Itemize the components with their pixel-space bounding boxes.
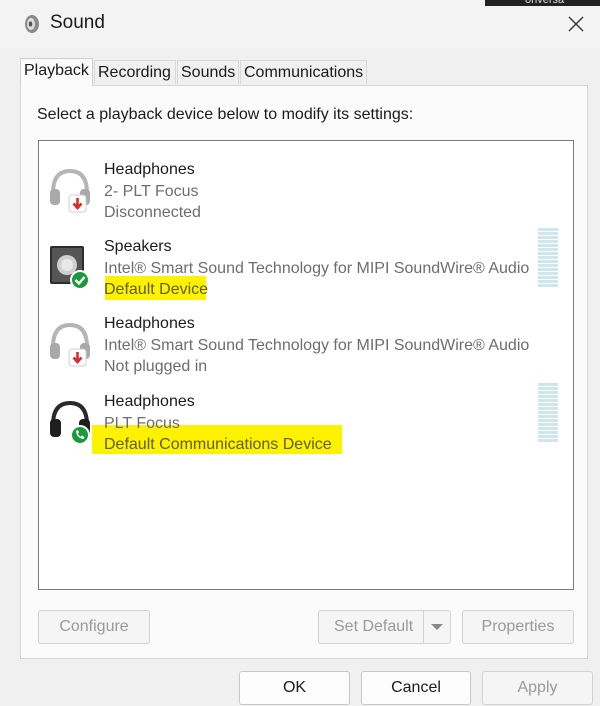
- ok-button[interactable]: OK: [239, 671, 350, 705]
- sound-dialog: Sound onversa Playback Recording Sounds …: [0, 0, 600, 706]
- headphones-communications-icon: [50, 400, 90, 445]
- close-button[interactable]: [554, 0, 600, 48]
- device-name: Speakers: [104, 238, 172, 255]
- device-detail: Intel® Smart Sound Technology for MIPI S…: [104, 260, 530, 277]
- device-name: Headphones: [104, 161, 195, 178]
- set-default-dropdown[interactable]: [423, 611, 450, 643]
- device-detail: PLT Focus: [104, 415, 180, 432]
- apply-button[interactable]: Apply: [482, 671, 593, 705]
- device-name: Headphones: [104, 393, 195, 410]
- set-default-button[interactable]: Set Default: [318, 610, 451, 644]
- configure-button[interactable]: Configure: [38, 610, 150, 644]
- headphones-disconnected-icon: [50, 168, 90, 213]
- tab-playback[interactable]: Playback: [20, 58, 93, 86]
- device-detail: Intel® Smart Sound Technology for MIPI S…: [104, 337, 530, 354]
- chevron-down-icon: [431, 624, 443, 630]
- close-icon: [568, 16, 584, 32]
- speaker-app-icon: [25, 15, 39, 33]
- title-bar: Sound onversa: [0, 0, 600, 48]
- device-item[interactable]: Headphones Intel® Smart Sound Technology…: [39, 305, 573, 377]
- properties-button[interactable]: Properties: [462, 610, 574, 644]
- cancel-button[interactable]: Cancel: [361, 671, 471, 705]
- level-meter: [538, 228, 558, 288]
- instruction-text: Select a playback device below to modify…: [37, 106, 414, 123]
- set-default-label: Set Default: [334, 618, 414, 635]
- device-status: Disconnected: [104, 204, 201, 221]
- window-title: Sound: [50, 12, 105, 33]
- device-status: Default Device: [104, 281, 209, 298]
- tab-recording[interactable]: Recording: [94, 60, 176, 84]
- device-item[interactable]: Headphones 2- PLT Focus Disconnected: [39, 151, 573, 223]
- device-name: Headphones: [104, 315, 195, 332]
- headphones-unplugged-icon: [50, 322, 90, 367]
- tab-sounds[interactable]: Sounds: [177, 60, 239, 84]
- tab-communications[interactable]: Communications: [240, 60, 367, 84]
- device-status: Default Communications Device: [104, 436, 332, 453]
- device-item[interactable]: Headphones PLT Focus Default Communicati…: [39, 383, 573, 455]
- device-item[interactable]: Speakers Intel® Smart Sound Technology f…: [39, 228, 573, 300]
- device-detail: 2- PLT Focus: [104, 183, 199, 200]
- level-meter: [538, 383, 558, 443]
- device-list[interactable]: Headphones 2- PLT Focus Disconnected Spe…: [38, 140, 574, 590]
- device-status: Not plugged in: [104, 358, 208, 375]
- speakers-default-icon: [50, 246, 90, 290]
